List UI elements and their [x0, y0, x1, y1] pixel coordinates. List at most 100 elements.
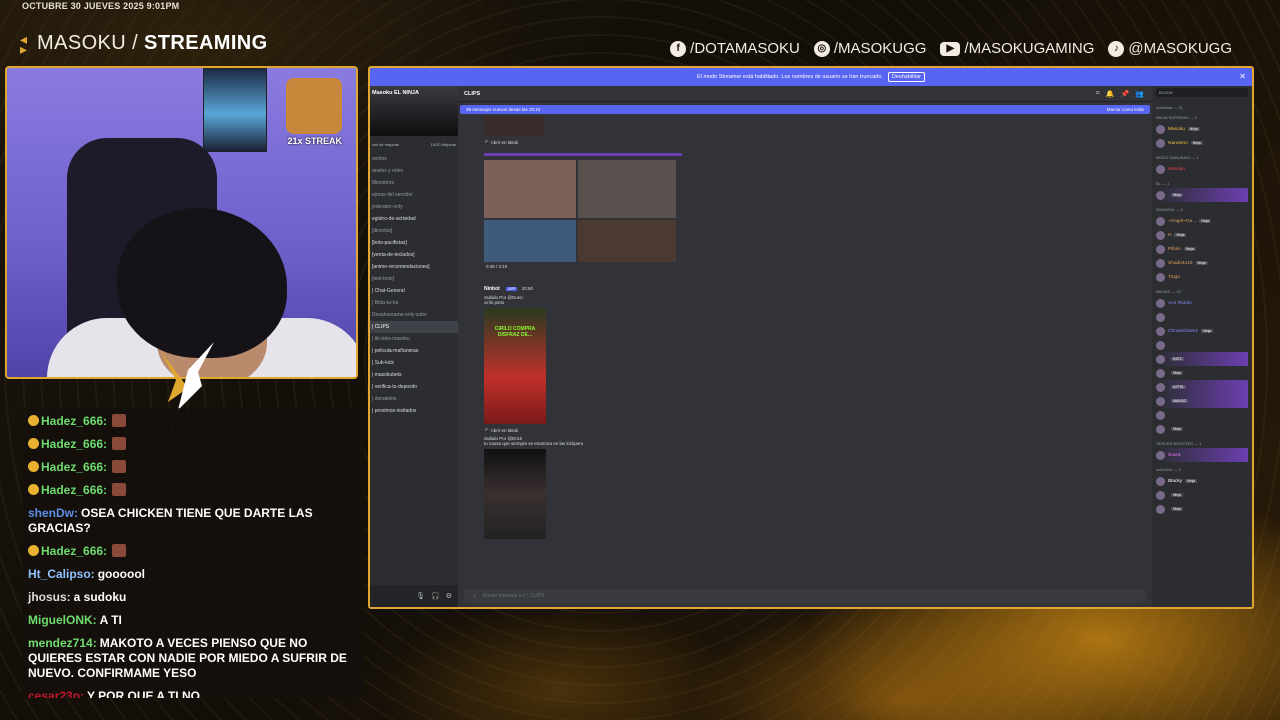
channel-item[interactable]: | tik-toks-masoku: [370, 333, 458, 345]
member-row[interactable]: Ninja: [1156, 488, 1248, 502]
plus-icon[interactable]: ＋: [472, 593, 477, 600]
member-row[interactable]: Masoku Ninja: [1156, 122, 1248, 136]
member-row[interactable]: Masoku: [1156, 162, 1248, 176]
channel-item[interactable]: ventos: [370, 153, 458, 165]
open-tiktok-link-2[interactable]: ↗ Abrir en tiktok: [484, 427, 1152, 433]
member-row[interactable]: Ace Rondo: [1156, 296, 1248, 310]
member-row[interactable]: Naruteno Ninja: [1156, 136, 1248, 150]
channel-item[interactable]: [bots-pacifistas]: [370, 237, 458, 249]
channel-item[interactable]: | Sub-kick: [370, 357, 458, 369]
member-name: ChrowChavez: [1168, 328, 1199, 334]
message-composer[interactable]: ＋ Enviar mensaje a # | CLIPS: [464, 589, 1146, 603]
mic-icon[interactable]: 🎙: [416, 592, 425, 600]
avatar: [1156, 272, 1165, 282]
disable-streamer-button[interactable]: Deshabilitar: [887, 72, 925, 82]
tiktok-icon: ♪: [1108, 40, 1125, 57]
new-messages-bar[interactable]: 39 mensajes nuevos desde las 20:10 Marca…: [460, 105, 1150, 114]
channel-item[interactable]: [anime-recomendaciones]: [370, 261, 458, 273]
member-group-header: NINJA SUPREMO — 2: [1156, 115, 1198, 120]
channel-item[interactable]: | verifica-tu-deposito: [370, 381, 458, 393]
clip-preview-2[interactable]: [484, 449, 546, 539]
chat-username[interactable]: Ht_Calipso:: [28, 567, 95, 581]
member-row[interactable]: ASTRL: [1156, 380, 1248, 394]
bell-icon[interactable]: 🔔: [1106, 90, 1115, 98]
headset-icon[interactable]: 🎧: [431, 592, 440, 600]
channel-item[interactable]: Miembros: [370, 177, 458, 189]
brand-title: ◂ ▸ MASOKU / STREAMING: [20, 30, 268, 57]
avatar: [1156, 450, 1165, 460]
member-row[interactable]: Pillulo Ninja: [1156, 242, 1248, 256]
member-row[interactable]: H Ninja: [1156, 228, 1248, 242]
chat-username[interactable]: Hadez_666:: [41, 437, 107, 451]
channel-item[interactable]: anales y roles: [370, 165, 458, 177]
member-row[interactable]: Ninja: [1156, 188, 1248, 202]
member-row[interactable]: Shado4419 Ninja: [1156, 256, 1248, 270]
member-row[interactable]: Ninja: [1156, 422, 1248, 436]
member-tag: MANGO: [1171, 399, 1189, 403]
chat-message: Ht_Calipso: goooool: [28, 563, 358, 586]
chat-main: CLIPS ⌗ 🔔 📌 👥 39 mensajes nuevos desde l…: [458, 86, 1152, 607]
member-row[interactable]: RATZ: [1156, 352, 1248, 366]
boost-progress[interactable]: ivel de mejoras 10/20 Mejoras: [370, 136, 458, 153]
channel-item[interactable]: | CLIPS: [370, 321, 458, 333]
member-row[interactable]: ChrowChavez Ninja: [1156, 324, 1248, 338]
member-row[interactable]: Blacky Ninja: [1156, 474, 1248, 488]
chat-username[interactable]: Hadez_666:: [41, 460, 107, 474]
chat-username[interactable]: shenDw:: [28, 506, 78, 520]
chat-username[interactable]: cesar23p:: [28, 689, 84, 698]
chat-username[interactable]: mendez714:: [28, 636, 97, 650]
video-embed[interactable]: 0:46 / 2:10: [484, 153, 682, 271]
member-tag: Ninja: [1171, 371, 1183, 375]
clip-preview[interactable]: CIRILO COMPRA DISFRAZ DE...: [484, 308, 546, 424]
channel-item[interactable]: egistro-de-actividad: [370, 213, 458, 225]
channel-item[interactable]: Desahuerame-only-subs: [370, 309, 458, 321]
member-row[interactable]: Sovra: [1156, 448, 1248, 462]
member-row[interactable]: MANGO: [1156, 394, 1248, 408]
notice-text: El modo Streamer está habilitado. Los no…: [697, 74, 883, 80]
clip-thumbnail[interactable]: [484, 116, 544, 136]
date-time: OCTUBRE 30 JUEVES 2025 9:01PM: [22, 1, 180, 11]
member-tag: Ninja: [1171, 427, 1183, 431]
channel-item[interactable]: [venta-de-teclados]: [370, 249, 458, 261]
channel-item[interactable]: | proximos-invitados: [370, 405, 458, 417]
channel-item[interactable]: ejoras del servidor: [370, 189, 458, 201]
gear-icon[interactable]: ⚙: [446, 592, 452, 600]
member-row[interactable]: [1156, 310, 1248, 324]
chat-username[interactable]: jhosus:: [28, 590, 71, 604]
bot-time: 20:50: [521, 286, 534, 291]
open-tiktok-link[interactable]: ↗ Abrir en tiktok: [484, 139, 1152, 145]
pin-icon[interactable]: 📌: [1121, 90, 1130, 98]
member-name: Ace Rondo: [1168, 300, 1192, 306]
channel-item[interactable]: | pelicula-mañaneras: [370, 345, 458, 357]
member-row[interactable]: [1156, 408, 1248, 422]
member-row[interactable]: ~Angel~Ga... Ninja: [1156, 214, 1248, 228]
member-row[interactable]: [1156, 338, 1248, 352]
channel-item[interactable]: [test-bots]: [370, 273, 458, 285]
channel-item[interactable]: | Bota-tu-Ira: [370, 297, 458, 309]
member-name: Masoku: [1168, 166, 1185, 172]
channel-item[interactable]: | Chat-General: [370, 285, 458, 297]
chat-emote-icon: [112, 460, 127, 473]
channel-item[interactable]: | masokubets: [370, 369, 458, 381]
threads-icon[interactable]: ⌗: [1096, 90, 1100, 98]
chat-username[interactable]: Hadez_666:: [41, 483, 107, 497]
mark-read-button[interactable]: Marcar como leído: [1107, 107, 1144, 112]
chat-message: shenDw: OSEA CHICKEN TIENE QUE DARTE LAS …: [28, 502, 358, 540]
channel-item[interactable]: joderator-only: [370, 201, 458, 213]
chat-username[interactable]: Hadez_666:: [41, 414, 107, 428]
member-tag: Ninja: [1199, 219, 1212, 223]
channel-item[interactable]: | donatelos: [370, 393, 458, 405]
chat-username[interactable]: MiguelONK:: [28, 613, 97, 627]
brand-arrows-icon: ◂ ▸: [20, 30, 28, 57]
member-row[interactable]: Ninja: [1156, 502, 1248, 516]
member-name: Blacky: [1168, 478, 1183, 484]
members-icon[interactable]: 👥: [1135, 90, 1144, 98]
member-row[interactable]: Ninja: [1156, 366, 1248, 380]
channel-item[interactable]: [directos]: [370, 225, 458, 237]
search-input[interactable]: Buscar: [1156, 88, 1248, 97]
close-icon[interactable]: ✕: [1239, 72, 1246, 81]
bot-author[interactable]: Ninbot: [484, 286, 500, 292]
member-row[interactable]: Tingo: [1156, 270, 1248, 284]
chat-username[interactable]: Hadez_666:: [41, 544, 107, 558]
server-name[interactable]: Masoku EL NINJA: [372, 90, 419, 96]
